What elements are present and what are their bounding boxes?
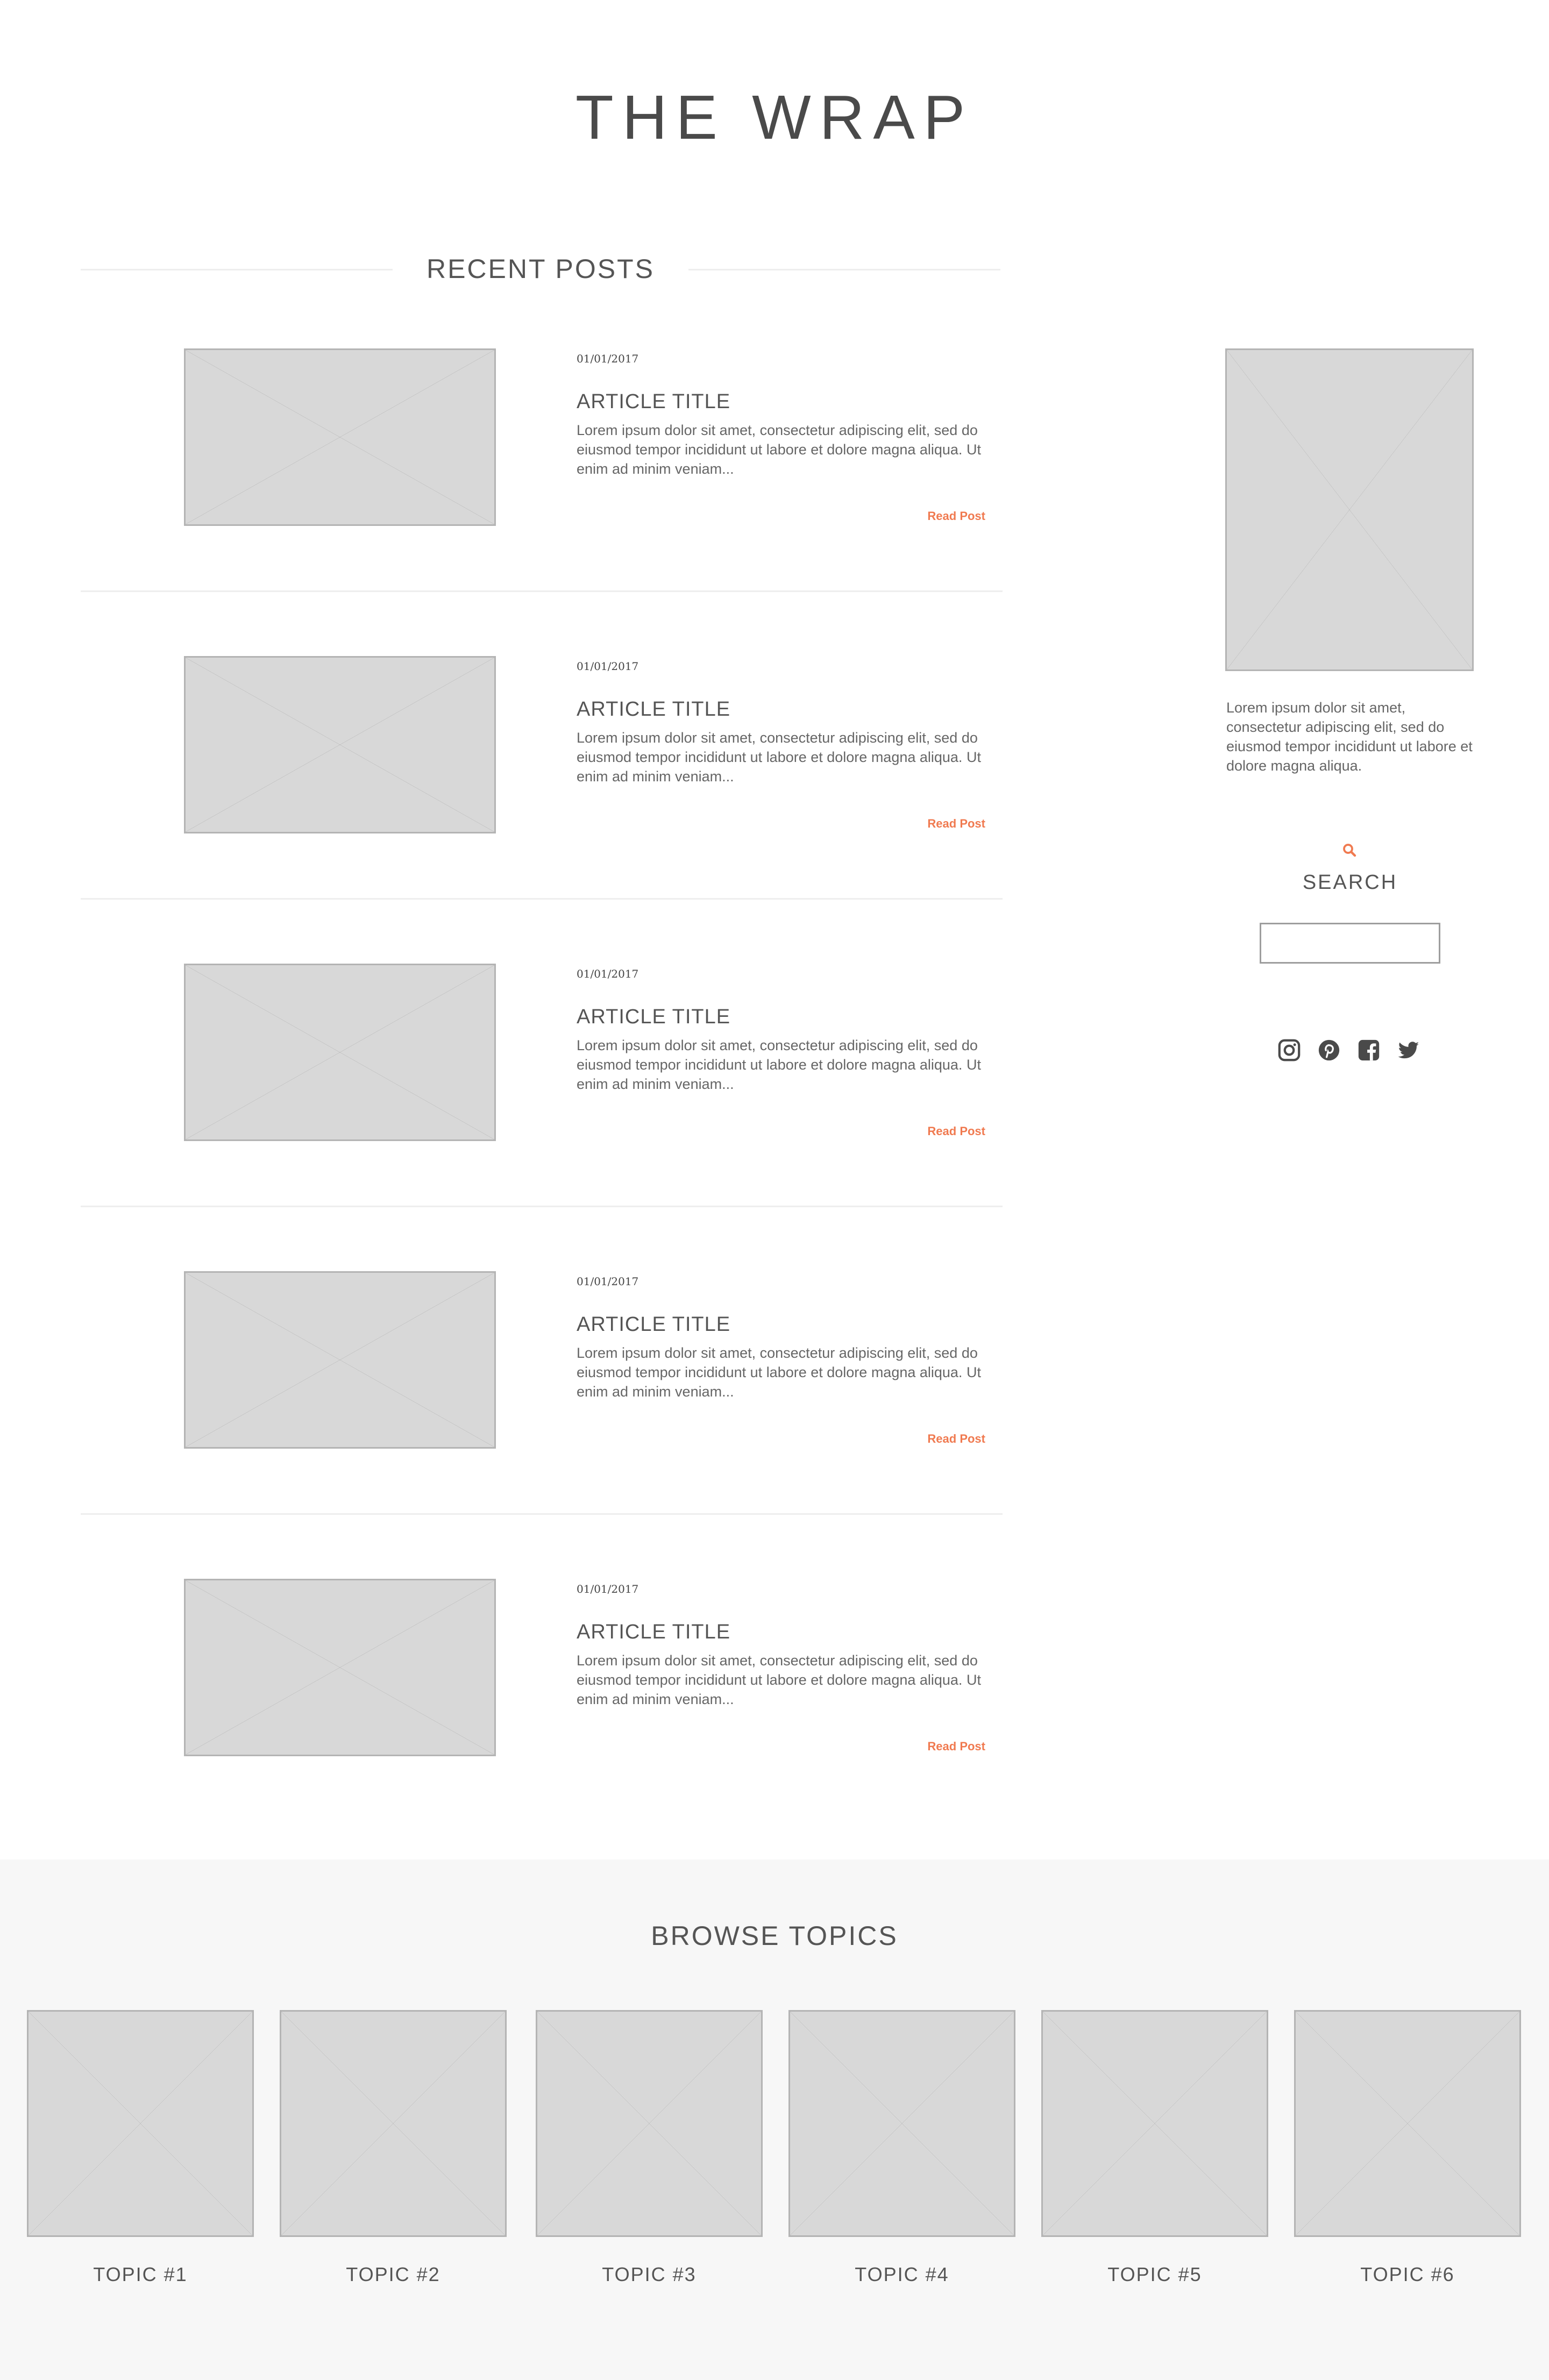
post-date: 01/01/2017 <box>577 967 639 980</box>
post-divider <box>81 590 1003 592</box>
topic-card[interactable]: TOPIC #1 <box>27 2010 254 2295</box>
post-title[interactable]: ARTICLE TITLE <box>577 1004 730 1029</box>
post-thumbnail[interactable] <box>184 656 496 833</box>
read-post-link[interactable]: Read Post <box>824 509 985 524</box>
post-item: 01/01/2017 ARTICLE TITLE Lorem ipsum dol… <box>0 1271 1022 1449</box>
post-item: 01/01/2017 ARTICLE TITLE Lorem ipsum dol… <box>0 348 1022 526</box>
topic-thumbnail[interactable] <box>536 2010 763 2237</box>
topic-card[interactable]: TOPIC #5 <box>1041 2010 1268 2295</box>
post-divider <box>81 898 1003 900</box>
topic-label[interactable]: TOPIC #3 <box>536 2263 763 2286</box>
topic-thumbnail[interactable] <box>788 2010 1015 2237</box>
heading-rule-left <box>81 269 393 270</box>
pinterest-icon[interactable] <box>1317 1038 1341 1063</box>
recent-posts-heading: RECENT POSTS <box>426 254 655 284</box>
facebook-icon[interactable] <box>1356 1038 1381 1063</box>
topic-thumbnail[interactable] <box>280 2010 507 2237</box>
post-item: 01/01/2017 ARTICLE TITLE Lorem ipsum dol… <box>0 1579 1022 1756</box>
post-item: 01/01/2017 ARTICLE TITLE Lorem ipsum dol… <box>0 656 1022 833</box>
topic-thumbnail[interactable] <box>27 2010 254 2237</box>
post-title[interactable]: ARTICLE TITLE <box>577 1620 730 1644</box>
post-excerpt: Lorem ipsum dolor sit amet, consectetur … <box>577 730 981 785</box>
heading-rule-right <box>688 269 1000 270</box>
topic-label[interactable]: TOPIC #2 <box>280 2263 507 2286</box>
post-thumbnail[interactable] <box>184 1579 496 1756</box>
post-date: 01/01/2017 <box>577 1275 639 1288</box>
search-input[interactable] <box>1260 923 1440 964</box>
site-title[interactable]: THE WRAP <box>0 80 1549 155</box>
read-post-link[interactable]: Read Post <box>824 1739 985 1754</box>
post-excerpt: Lorem ipsum dolor sit amet, consectetur … <box>577 422 981 477</box>
post-excerpt: Lorem ipsum dolor sit amet, consectetur … <box>577 1345 981 1400</box>
search-label: SEARCH <box>1302 871 1398 894</box>
post-divider <box>81 1206 1003 1207</box>
post-title[interactable]: ARTICLE TITLE <box>577 697 730 722</box>
instagram-icon[interactable] <box>1277 1038 1302 1063</box>
post-title[interactable]: ARTICLE TITLE <box>577 1312 730 1337</box>
post-thumbnail[interactable] <box>184 1271 496 1449</box>
topic-label[interactable]: TOPIC #6 <box>1294 2263 1521 2286</box>
topic-label[interactable]: TOPIC #1 <box>27 2263 254 2286</box>
sidebar-image <box>1225 348 1474 671</box>
topic-card[interactable]: TOPIC #3 <box>536 2010 763 2295</box>
topic-label[interactable]: TOPIC #5 <box>1041 2263 1268 2286</box>
post-thumbnail[interactable] <box>184 964 496 1141</box>
topic-card[interactable]: TOPIC #2 <box>280 2010 507 2295</box>
search-icon <box>1341 842 1358 858</box>
browse-topics-heading: BROWSE TOPICS <box>651 1921 898 1951</box>
twitter-icon[interactable] <box>1396 1038 1421 1063</box>
post-excerpt: Lorem ipsum dolor sit amet, consectetur … <box>577 1037 981 1092</box>
post-thumbnail[interactable] <box>184 348 496 526</box>
topic-label[interactable]: TOPIC #4 <box>788 2263 1015 2286</box>
post-date: 01/01/2017 <box>577 352 639 365</box>
post-item: 01/01/2017 ARTICLE TITLE Lorem ipsum dol… <box>0 964 1022 1141</box>
read-post-link[interactable]: Read Post <box>824 816 985 831</box>
post-date: 01/01/2017 <box>577 660 639 673</box>
read-post-link[interactable]: Read Post <box>824 1124 985 1139</box>
post-divider <box>81 1513 1003 1515</box>
post-title[interactable]: ARTICLE TITLE <box>577 389 730 414</box>
topic-thumbnail[interactable] <box>1041 2010 1268 2237</box>
topic-card[interactable]: TOPIC #4 <box>788 2010 1015 2295</box>
topic-card[interactable]: TOPIC #6 <box>1294 2010 1521 2295</box>
sidebar-about-text: Lorem ipsum dolor sit amet, consectetur … <box>1226 700 1473 774</box>
post-date: 01/01/2017 <box>577 1583 639 1595</box>
topic-thumbnail[interactable] <box>1294 2010 1521 2237</box>
post-excerpt: Lorem ipsum dolor sit amet, consectetur … <box>577 1652 981 1707</box>
read-post-link[interactable]: Read Post <box>824 1431 985 1446</box>
